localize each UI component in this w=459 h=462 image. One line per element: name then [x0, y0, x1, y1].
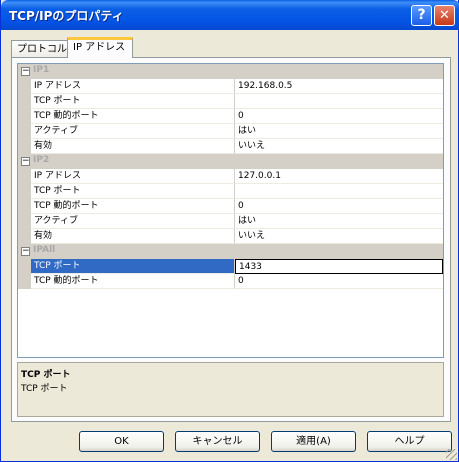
property-row[interactable]: TCP 動的ポート 0 — [18, 274, 443, 289]
property-name: TCP 動的ポート — [31, 274, 235, 289]
property-row[interactable]: IP アドレス 127.0.0.1 — [18, 169, 443, 184]
description-title: TCP ポート — [21, 370, 71, 380]
property-name: 有効 — [31, 229, 235, 244]
property-name: TCP ポート — [31, 94, 235, 109]
resize-grip-icon[interactable] — [446, 449, 457, 460]
cancel-button[interactable]: キャンセル — [175, 431, 260, 452]
category-label: IP1 — [33, 65, 50, 75]
row-gutter — [18, 259, 31, 274]
property-value[interactable]: いいえ — [235, 229, 443, 244]
property-row[interactable]: 有効 いいえ — [18, 139, 443, 154]
row-gutter — [18, 79, 31, 94]
tab-ip-address[interactable]: IP アドレス — [67, 37, 133, 58]
property-value[interactable]: 127.0.0.1 — [235, 169, 443, 184]
collapse-icon[interactable]: − — [21, 247, 30, 256]
property-name: アクティブ — [31, 124, 235, 139]
property-name: TCP 動的ポート — [31, 199, 235, 214]
apply-button[interactable]: 適用(A) — [271, 431, 356, 452]
property-name: アクティブ — [31, 214, 235, 229]
row-gutter — [18, 109, 31, 124]
property-value[interactable]: いいえ — [235, 139, 443, 154]
description-text: TCP ポート — [21, 384, 68, 394]
row-gutter — [18, 184, 31, 199]
row-gutter — [18, 214, 31, 229]
tab-panel: − IP1 IP アドレス 192.168.0.5 TCP ポート TCP 動的… — [11, 57, 451, 422]
ok-button[interactable]: OK — [79, 431, 164, 452]
property-row[interactable]: アクティブ はい — [18, 214, 443, 229]
property-value-editor[interactable]: 1433 — [235, 259, 443, 274]
row-gutter — [18, 139, 31, 154]
property-row[interactable]: IP アドレス 192.168.0.5 — [18, 79, 443, 94]
property-row[interactable]: TCP 動的ポート 0 — [18, 199, 443, 214]
property-row[interactable]: TCP 動的ポート 0 — [18, 109, 443, 124]
collapse-icon[interactable]: − — [21, 157, 30, 166]
category-label: IP2 — [33, 155, 50, 165]
category-ipall[interactable]: − IPAll — [18, 244, 443, 259]
close-button[interactable]: ✕ — [434, 5, 455, 26]
property-name: TCP ポート — [31, 259, 235, 274]
property-value[interactable]: はい — [235, 124, 443, 139]
property-row[interactable]: 有効 いいえ — [18, 229, 443, 244]
category-ip1[interactable]: − IP1 — [18, 64, 443, 79]
row-gutter — [18, 124, 31, 139]
property-value[interactable] — [235, 94, 443, 109]
property-row[interactable]: TCP ポート — [18, 184, 443, 199]
description-pane: TCP ポート TCP ポート — [17, 362, 444, 417]
tab-protocol[interactable]: プロトコル — [11, 40, 68, 58]
property-value[interactable]: はい — [235, 214, 443, 229]
property-name: IP アドレス — [31, 79, 235, 94]
property-row[interactable]: アクティブ はい — [18, 124, 443, 139]
property-value[interactable]: 0 — [235, 109, 443, 124]
property-value[interactable]: 192.168.0.5 — [235, 79, 443, 94]
property-name: 有効 — [31, 139, 235, 154]
title-bar[interactable]: TCP/IPのプロパティ ? ✕ — [1, 0, 459, 30]
category-ip2[interactable]: − IP2 — [18, 154, 443, 169]
property-row[interactable]: TCP ポート — [18, 94, 443, 109]
properties-dialog: TCP/IPのプロパティ ? ✕ プロトコル IP アドレス − IP1 IP … — [0, 0, 459, 462]
help-button[interactable]: ヘルプ — [367, 431, 452, 452]
row-gutter — [18, 199, 31, 214]
row-gutter — [18, 229, 31, 244]
help-title-button[interactable]: ? — [411, 5, 432, 26]
row-gutter — [18, 169, 31, 184]
property-name: TCP ポート — [31, 184, 235, 199]
property-name: TCP 動的ポート — [31, 109, 235, 124]
property-row-selected[interactable]: TCP ポート 1433 — [18, 259, 443, 274]
property-grid: − IP1 IP アドレス 192.168.0.5 TCP ポート TCP 動的… — [17, 63, 444, 358]
row-gutter — [18, 274, 31, 289]
collapse-icon[interactable]: − — [21, 67, 30, 76]
property-value[interactable]: 0 — [235, 274, 443, 289]
row-gutter — [18, 94, 31, 109]
tab-strip: プロトコル IP アドレス — [11, 36, 451, 58]
property-name: IP アドレス — [31, 169, 235, 184]
property-value[interactable] — [235, 184, 443, 199]
window-title: TCP/IPのプロパティ — [9, 9, 124, 23]
property-value[interactable]: 0 — [235, 199, 443, 214]
category-label: IPAll — [33, 245, 56, 255]
